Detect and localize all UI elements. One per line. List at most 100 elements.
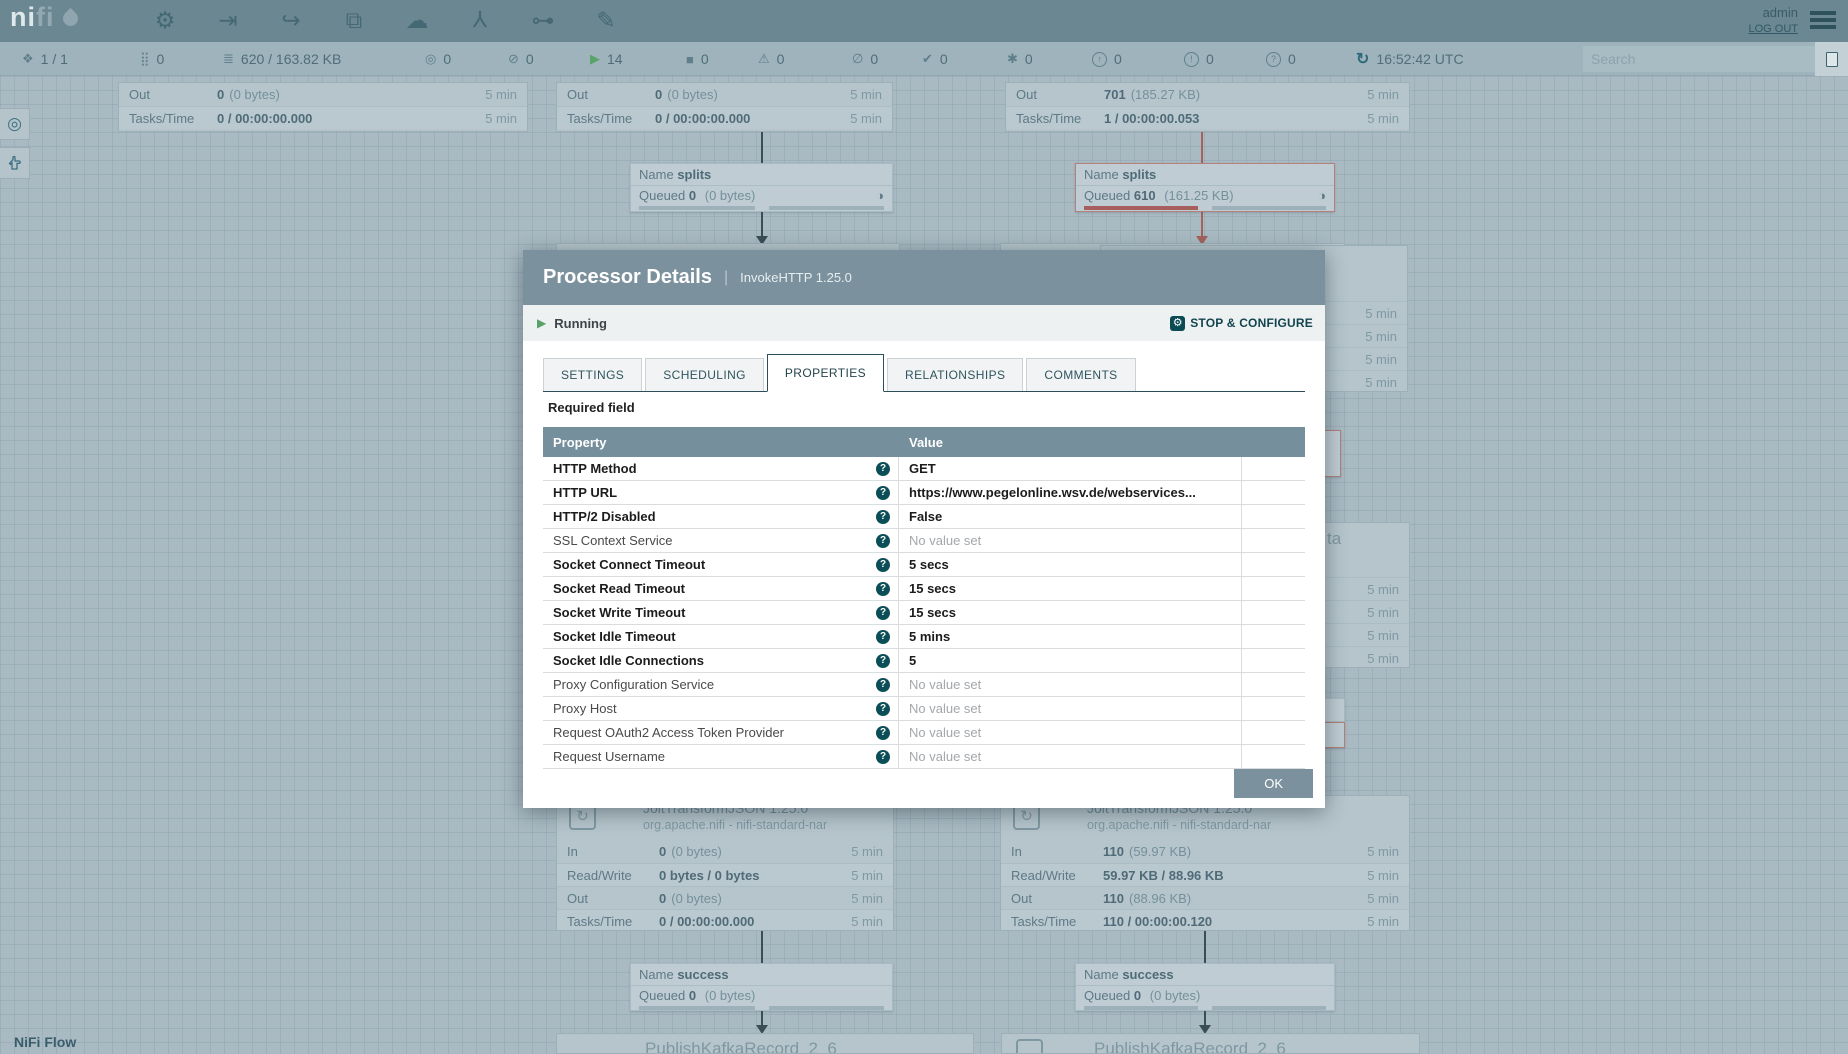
help-icon[interactable]: ? (876, 750, 890, 764)
remote-process-group-tool-icon[interactable]: ☁ (400, 7, 434, 34)
label-tool-icon[interactable]: ✎ (589, 7, 623, 34)
connection-label-splits-left[interactable]: Name splits Queued 0 (0 bytes) ◑ (630, 163, 893, 212)
global-menu-button[interactable] (1810, 11, 1836, 32)
help-icon[interactable]: ? (876, 654, 890, 668)
template-tool-icon[interactable]: ⊶ (526, 7, 560, 34)
table-row[interactable]: Socket Read Timeout? 15 secs (543, 577, 1305, 601)
status-modified-stale: ! 0 (1184, 42, 1214, 76)
connection-line (761, 212, 763, 237)
navigate-icon: ◎ (7, 114, 22, 134)
tab-scheduling[interactable]: SCHEDULING (645, 358, 764, 391)
grid-icon: ⣿ (140, 51, 150, 67)
exclamation-circle-icon: ! (1184, 52, 1199, 67)
processor-stats-top-left[interactable]: Out 0 (0 bytes) 5 min Tasks/Time 0 / 00:… (118, 82, 528, 132)
operate-palette-button[interactable] (0, 147, 30, 179)
nifi-logo: nifi (10, 2, 78, 33)
help-icon[interactable]: ? (876, 486, 890, 500)
status-disabled: ∅ 0 (852, 42, 878, 76)
help-icon[interactable]: ? (876, 630, 890, 644)
breadcrumb[interactable]: NiFi Flow (14, 1034, 76, 1050)
status-queued: ≣ 620 / 163.82 KB (223, 42, 341, 76)
table-row[interactable]: Socket Write Timeout? 15 secs (543, 601, 1305, 625)
help-icon[interactable]: ? (876, 726, 890, 740)
stat-row: Tasks/Time 0 / 00:00:00.000 5 min (557, 106, 892, 129)
table-row[interactable]: Request OAuth2 Access Token Provider? No… (543, 721, 1305, 745)
status-sync-failure: ? 0 (1266, 42, 1296, 76)
queue-indicator-icon: ◑ (876, 186, 884, 205)
table-row[interactable]: SSL Context Service? No value set (543, 529, 1305, 553)
stop-and-configure-button[interactable]: ⚙ STOP & CONFIGURE (1170, 316, 1313, 331)
output-port-tool-icon[interactable]: ↪ (274, 7, 308, 34)
last-refreshed-time: 16:52:42 UTC (1376, 51, 1463, 67)
table-row[interactable]: Proxy Configuration Service? No value se… (543, 673, 1305, 697)
processor-kafka-right[interactable]: PublishKafkaRecord_2_6 (1001, 1033, 1420, 1054)
tab-relationships[interactable]: RELATIONSHIPS (887, 358, 1023, 391)
help-icon[interactable]: ? (876, 702, 890, 716)
title-separator: | (724, 269, 728, 287)
help-icon[interactable]: ? (876, 606, 890, 620)
connection-label-splits-right[interactable]: Name splits Queued 610 (161.25 KB) ◑ (1075, 163, 1335, 212)
processor-stats-top-middle[interactable]: Out 0 (0 bytes) 5 min Tasks/Time 0 / 00:… (556, 82, 893, 132)
cluster-icon: ❖ (22, 51, 34, 67)
ok-button[interactable]: OK (1234, 769, 1313, 798)
processor-jolt-right[interactable]: ↻ JoltTransformJSON 1.25.0 org.apache.ni… (1000, 795, 1410, 931)
refresh-icon[interactable]: ↻ (1356, 49, 1369, 69)
connection-line (1204, 931, 1206, 963)
funnel-tool-icon[interactable]: Y (463, 5, 497, 32)
processor-stats-top-right[interactable]: Out 701 (185.27 KB) 5 min Tasks/Time 1 /… (1005, 82, 1410, 132)
no-transmit-icon: ⊘ (508, 51, 519, 67)
status-transmitting: ◎ 0 (425, 42, 451, 76)
search-input[interactable] (1583, 46, 1815, 72)
connection-line (761, 132, 763, 164)
help-icon[interactable]: ? (876, 510, 890, 524)
process-group-tool-icon[interactable]: ⧉ (337, 7, 371, 34)
connection-label-success-right[interactable]: Name success Queued 0 (0 bytes) (1075, 963, 1335, 1011)
table-row[interactable]: Socket Idle Connections? 5 (543, 649, 1305, 673)
connection-name: Name success (631, 964, 892, 986)
help-icon[interactable]: ? (876, 462, 890, 476)
logout-link[interactable]: LOG OUT (1748, 22, 1798, 37)
help-icon[interactable]: ? (876, 558, 890, 572)
status-stopped: ■ 0 (686, 42, 709, 76)
table-row[interactable]: Proxy Host? No value set (543, 697, 1305, 721)
processor-tool-icon[interactable]: ⚙ (148, 7, 182, 34)
table-row[interactable]: Socket Idle Timeout? 5 mins (543, 625, 1305, 649)
tab-settings[interactable]: SETTINGS (543, 358, 642, 391)
table-row-partial[interactable]: Request Username? No value set (543, 745, 1305, 769)
help-icon[interactable]: ? (876, 678, 890, 692)
processor-jolt-left[interactable]: ↻ JoltTransformJSON 1.25.0 org.apache.ni… (556, 795, 894, 931)
bulletin-board-button[interactable] (1815, 42, 1848, 76)
navigate-palette-button[interactable]: ◎ (0, 108, 30, 140)
processor-type: PublishKafkaRecord_2_6 (645, 1039, 837, 1054)
table-row[interactable]: HTTP Method? GET (543, 457, 1305, 481)
connection-line-red (1201, 212, 1203, 237)
stat-row: Out 0 (0 bytes) 5 min (557, 83, 892, 106)
check-icon: ✔ (922, 51, 933, 67)
help-icon[interactable]: ? (876, 582, 890, 596)
table-row[interactable]: Socket Connect Timeout? 5 secs (543, 553, 1305, 577)
connection-label-success-left[interactable]: Name success Queued 0 (0 bytes) (630, 963, 893, 1011)
status-up-to-date: ✔ 0 (922, 42, 948, 76)
backpressure-bars (1076, 1005, 1334, 1010)
connection-name: Name splits (631, 164, 892, 186)
processor-name-partial: ta (1327, 529, 1341, 549)
tab-properties[interactable]: PROPERTIES (767, 354, 884, 392)
connection-line-red (1201, 132, 1203, 164)
table-row[interactable]: HTTP URL? https://www.pegelonline.wsv.de… (543, 481, 1305, 505)
question-circle-icon: ? (1266, 52, 1281, 67)
stat-row: Tasks/Time 0 / 00:00:00.000 5 min (119, 106, 527, 129)
backpressure-bars (1076, 205, 1334, 210)
processor-type: PublishKafkaRecord_2_6 (1094, 1039, 1286, 1054)
dialog-title: Processor Details (543, 266, 712, 289)
page-icon (1826, 52, 1838, 67)
disabled-icon: ∅ (852, 51, 863, 67)
backpressure-bars (631, 1005, 892, 1010)
properties-table: Property Value HTTP Method? GET HTTP URL… (543, 427, 1305, 769)
help-icon[interactable]: ? (876, 534, 890, 548)
processor-kafka-left[interactable]: PublishKafkaRecord_2_6 (556, 1033, 974, 1054)
processor-state: Running (554, 316, 607, 331)
table-row[interactable]: HTTP/2 Disabled? False (543, 505, 1305, 529)
input-port-tool-icon[interactable]: ⇥ (211, 7, 245, 34)
stat-row: Out 701 (185.27 KB) 5 min (1006, 83, 1409, 106)
tab-comments[interactable]: COMMENTS (1026, 358, 1135, 391)
